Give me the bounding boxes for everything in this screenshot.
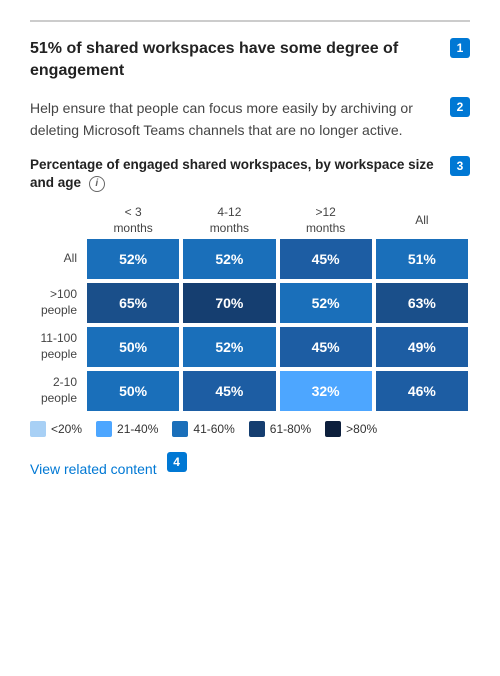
cell-1-0: 65% bbox=[85, 281, 181, 325]
description-text: Help ensure that people can focus more e… bbox=[30, 97, 470, 142]
cell-2-3: 49% bbox=[374, 325, 470, 369]
cell-0-3: 51% bbox=[374, 237, 470, 281]
cell-1-2: 52% bbox=[278, 281, 374, 325]
legend-label: <20% bbox=[51, 422, 82, 436]
legend-label: 61-80% bbox=[270, 422, 311, 436]
badge-2: 2 bbox=[450, 97, 470, 117]
cell-0-2: 45% bbox=[278, 237, 374, 281]
view-related-section: View related content 4 bbox=[30, 447, 470, 477]
legend-color-box bbox=[96, 421, 112, 437]
section-heading: 1 51% of shared workspaces have some deg… bbox=[30, 38, 470, 83]
row-label-0: All bbox=[30, 237, 85, 281]
legend-item: 21-40% bbox=[96, 421, 158, 437]
legend-label: 41-60% bbox=[193, 422, 234, 436]
row-label-2: 11-100 people bbox=[30, 325, 85, 369]
cell-3-3: 46% bbox=[374, 369, 470, 413]
cell-3-1: 45% bbox=[181, 369, 277, 413]
badge-1: 1 bbox=[450, 38, 470, 58]
cell-0-1: 52% bbox=[181, 237, 277, 281]
col-header-4: All bbox=[374, 205, 470, 236]
legend-item: 61-80% bbox=[249, 421, 311, 437]
legend-item: <20% bbox=[30, 421, 82, 437]
col-header-1: < 3months bbox=[85, 205, 181, 236]
cell-0-0: 52% bbox=[85, 237, 181, 281]
col-header-2: 4-12months bbox=[181, 205, 277, 236]
cell-1-3: 63% bbox=[374, 281, 470, 325]
col-header-row: < 3months 4-12months >12months All bbox=[30, 205, 470, 236]
legend-item: >80% bbox=[325, 421, 377, 437]
row-label-3: 2-10 people bbox=[30, 369, 85, 413]
info-icon[interactable]: i bbox=[89, 176, 105, 192]
legend-color-box bbox=[325, 421, 341, 437]
chart-legend: <20% 21-40% 41-60% 61-80% >80% bbox=[30, 421, 470, 437]
legend-item: 41-60% bbox=[172, 421, 234, 437]
chart-title: Percentage of engaged shared workspaces,… bbox=[30, 156, 470, 194]
cell-3-2: 32% bbox=[278, 369, 374, 413]
cell-2-1: 52% bbox=[181, 325, 277, 369]
legend-label: >80% bbox=[346, 422, 377, 436]
view-related-link[interactable]: View related content bbox=[30, 461, 157, 477]
col-header-empty bbox=[30, 205, 85, 236]
cell-1-1: 70% bbox=[181, 281, 277, 325]
table-row: 11-100 people50%52%45%49% bbox=[30, 325, 470, 369]
col-header-3: >12months bbox=[278, 205, 374, 236]
badge-4: 4 bbox=[167, 452, 187, 472]
data-table: < 3months 4-12months >12months All All52… bbox=[30, 205, 470, 412]
table-row: >100 people65%70%52%63% bbox=[30, 281, 470, 325]
section-subtext: 2 Help ensure that people can focus more… bbox=[30, 97, 470, 142]
top-divider bbox=[30, 20, 470, 22]
legend-color-box bbox=[172, 421, 188, 437]
cell-2-2: 45% bbox=[278, 325, 374, 369]
row-label-1: >100 people bbox=[30, 281, 85, 325]
section-chart: 3 Percentage of engaged shared workspace… bbox=[30, 156, 470, 437]
table-row: All52%52%45%51% bbox=[30, 237, 470, 281]
legend-label: 21-40% bbox=[117, 422, 158, 436]
view-related-label: View related content bbox=[30, 461, 157, 477]
badge-3: 3 bbox=[450, 156, 470, 176]
legend-color-box bbox=[249, 421, 265, 437]
cell-2-0: 50% bbox=[85, 325, 181, 369]
legend-color-box bbox=[30, 421, 46, 437]
table-row: 2-10 people50%45%32%46% bbox=[30, 369, 470, 413]
main-heading: 51% of shared workspaces have some degre… bbox=[30, 38, 470, 83]
cell-3-0: 50% bbox=[85, 369, 181, 413]
